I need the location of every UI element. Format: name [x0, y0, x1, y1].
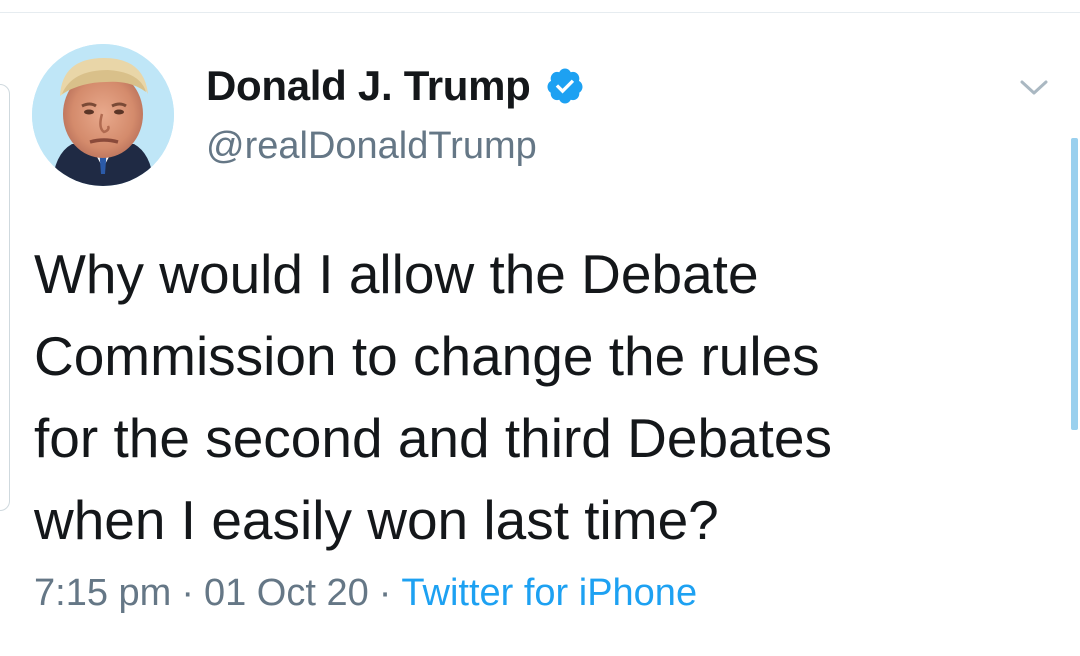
tweet-menu-button[interactable]: [1014, 70, 1054, 106]
display-name[interactable]: Donald J. Trump: [206, 62, 531, 110]
tweet-text-line: for the second and third Debates: [34, 407, 833, 469]
author-name-row[interactable]: Donald J. Trump: [206, 58, 585, 114]
tweet-text-line: Why would I allow the Debate: [34, 243, 759, 305]
verified-badge-icon: [545, 66, 585, 106]
tweet-date[interactable]: 01 Oct 20: [204, 572, 369, 615]
meta-separator: ·: [378, 572, 392, 614]
scroll-indicator[interactable]: [1071, 138, 1078, 430]
previous-card-edge: [0, 84, 10, 511]
top-divider: [0, 0, 1080, 13]
tweet-text: Why would I allow the Debate Commission …: [34, 233, 1044, 561]
tweet-screen: Donald J. Trump @realDonaldTrump Why wou…: [0, 0, 1080, 656]
tweet-text-line: Commission to change the rules: [34, 325, 820, 387]
tweet-meta: 7:15 pm · 01 Oct 20 · Twitter for iPhone: [34, 572, 697, 615]
profile-photo-icon: [32, 44, 174, 186]
avatar[interactable]: [32, 44, 174, 186]
tweet-text-line: when I easily won last time?: [34, 489, 719, 551]
chevron-down-icon: [1020, 80, 1048, 95]
tweet-time[interactable]: 7:15 pm: [34, 572, 171, 615]
meta-separator: ·: [181, 572, 194, 614]
tweet-source-link[interactable]: Twitter for iPhone: [401, 572, 697, 615]
author-handle[interactable]: @realDonaldTrump: [206, 125, 537, 168]
